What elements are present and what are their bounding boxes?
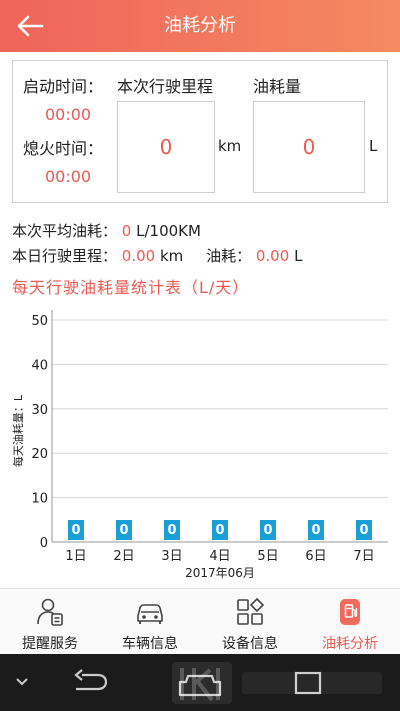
daily-mileage-label: 本日行驶里程： bbox=[12, 247, 118, 265]
stop-time-value: 00:00 bbox=[45, 167, 92, 186]
trip-mileage-label: 本次行驶里程 bbox=[117, 77, 214, 96]
app-header: 油耗分析 bbox=[0, 0, 400, 52]
stop-time-label: 熄火时间： bbox=[23, 139, 104, 158]
nav-label-device: 设备信息 bbox=[222, 636, 278, 652]
watermark-logo bbox=[172, 662, 382, 704]
nav-item-fuel[interactable]: 油耗分析 bbox=[300, 589, 400, 655]
daily-fuel-label: 油耗： bbox=[206, 247, 252, 265]
trip-mileage-unit: km bbox=[218, 137, 242, 155]
bar-data-label: 0 bbox=[71, 523, 80, 538]
nav-item-device[interactable]: 设备信息 bbox=[200, 589, 300, 655]
bottom-nav: 提醒服务 车辆信息 设备信息 油耗分析 bbox=[0, 588, 400, 654]
average-fuel-unit: L/100KM bbox=[136, 222, 201, 240]
start-time-label: 启动时间： bbox=[23, 77, 104, 96]
average-fuel-label: 本次平均油耗： bbox=[12, 222, 118, 240]
system-nav-bar bbox=[0, 654, 400, 711]
daily-stats-line: 本日行驶里程： 0.00 km 油耗： 0.00 L bbox=[12, 245, 302, 266]
x-tick-label: 4日 bbox=[209, 549, 230, 564]
car-icon bbox=[137, 604, 163, 624]
fuel-icon bbox=[340, 599, 360, 625]
daily-mileage-value: 0.00 bbox=[121, 247, 156, 265]
x-tick-label: 5日 bbox=[257, 549, 278, 564]
average-fuel-value: 0 bbox=[121, 222, 132, 240]
y-tick-label: 50 bbox=[31, 314, 48, 329]
x-tick-label: 2日 bbox=[113, 549, 134, 564]
daily-fuel-bar-chart: 0 10 20 30 40 50 每天油耗量：L 0 1日 0 2日 0 3日 0 4日 0 5日 0 6日 0 7日 2… bbox=[11, 310, 388, 580]
y-tick-label: 40 bbox=[31, 358, 48, 373]
bar-data-label: 0 bbox=[167, 523, 176, 538]
daily-fuel-unit: L bbox=[294, 247, 303, 265]
page-title: 油耗分析 bbox=[164, 15, 236, 36]
chevron-down-icon bbox=[16, 678, 28, 686]
y-tick-label: 10 bbox=[31, 492, 48, 507]
bar-data-label: 0 bbox=[263, 523, 272, 538]
start-time-value: 00:00 bbox=[45, 105, 92, 124]
bar-data-label: 0 bbox=[359, 523, 368, 538]
x-tick-label: 3日 bbox=[161, 549, 182, 564]
fuel-amount-label: 油耗量 bbox=[253, 77, 302, 96]
fuel-amount-unit: L bbox=[369, 137, 378, 155]
x-tick-label: 6日 bbox=[305, 549, 326, 564]
nav-label-fuel: 油耗分析 bbox=[322, 636, 378, 652]
average-fuel-line: 本次平均油耗： 0 L/100KM bbox=[12, 220, 201, 241]
system-back-button[interactable] bbox=[68, 666, 112, 698]
y-axis-label: 每天油耗量：L bbox=[11, 394, 25, 467]
bar-data-label: 0 bbox=[119, 523, 128, 538]
system-back-icon bbox=[74, 669, 108, 691]
x-axis-label: 2017年06月 bbox=[185, 566, 255, 580]
y-tick-label: 20 bbox=[31, 447, 48, 462]
nav-item-reminder[interactable]: 提醒服务 bbox=[0, 589, 100, 655]
nav-label-vehicle: 车辆信息 bbox=[122, 636, 178, 652]
bar-data-label: 0 bbox=[311, 523, 320, 538]
system-collapse-button[interactable] bbox=[8, 670, 36, 694]
x-tick-label: 7日 bbox=[353, 549, 374, 564]
nav-item-vehicle[interactable]: 车辆信息 bbox=[100, 589, 200, 655]
x-tick-label: 1日 bbox=[65, 549, 86, 564]
y-tick-label: 30 bbox=[31, 403, 48, 418]
fuel-amount-value: 0 bbox=[253, 101, 365, 193]
user-reminder-icon bbox=[37, 598, 63, 626]
chart-section-title: 每天行驶油耗量统计表（L/天） bbox=[12, 278, 250, 297]
grid-icon bbox=[237, 597, 265, 625]
y-tick-label: 0 bbox=[40, 536, 48, 551]
bar-data-label: 0 bbox=[215, 523, 224, 538]
daily-mileage-unit: km bbox=[159, 247, 184, 265]
trip-summary-card: 启动时间： 00:00 熄火时间： 00:00 本次行驶里程 0 km 油耗量 … bbox=[12, 60, 388, 203]
nav-label-reminder: 提醒服务 bbox=[22, 636, 78, 652]
trip-mileage-value: 0 bbox=[117, 101, 215, 193]
daily-fuel-value: 0.00 bbox=[255, 247, 290, 265]
